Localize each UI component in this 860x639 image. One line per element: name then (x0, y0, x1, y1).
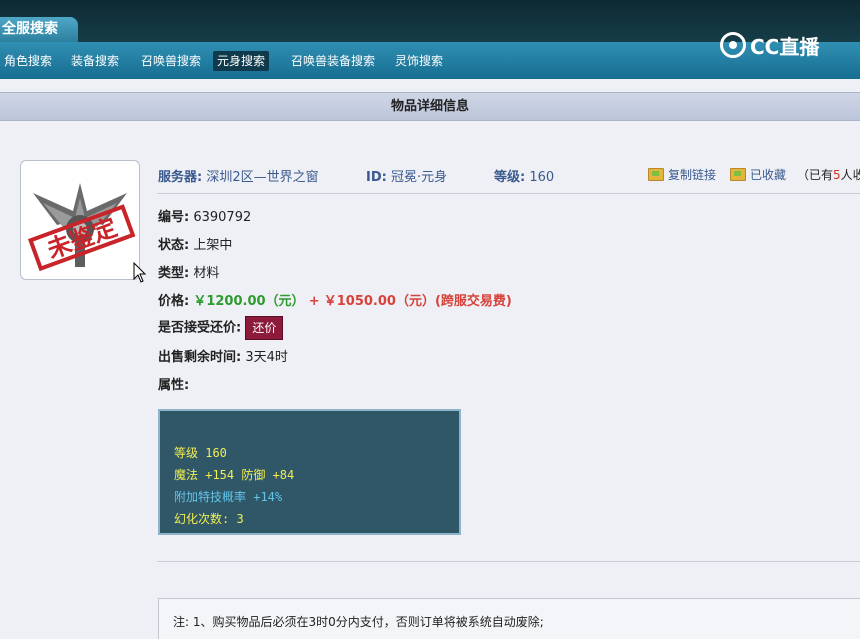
level-info: 等级: 160 (494, 166, 554, 185)
fav-count-number: 5 (833, 168, 841, 182)
id-info: ID: 冠冕·元身 (366, 166, 447, 185)
id-value: 冠冕·元身 (390, 170, 448, 185)
level-label: 等级: (494, 170, 526, 185)
price-fee: ￥1050.00（元）(跨服交易费) (323, 294, 512, 309)
mouse-cursor-icon (133, 262, 147, 283)
server-label: 服务器: (158, 170, 203, 185)
logo-text: CC直播 (750, 34, 820, 59)
attribute-box: 等级 160 魔法 +154 防御 +84 附加特技概率 +14% 幻化次数: … (158, 409, 461, 535)
unidentified-item-icon: 未鉴定 (23, 163, 137, 277)
header-divider (157, 193, 860, 194)
favorited-button[interactable]: 已收藏 (730, 166, 786, 183)
section-title: 物品详细信息 (0, 92, 860, 121)
price-row: 价格: ￥1200.00（元） + ￥1050.00（元）(跨服交易费) (158, 290, 512, 309)
number-row: 编号: 6390792 (158, 206, 251, 225)
notes-box: 注: 1、购买物品后必须在3时0分内支付，否则订单将被系统自动废除; (158, 598, 860, 639)
time-left-row: 出售剩余时间: 3天4时 (158, 346, 288, 365)
cc-live-logo: CC直播 (720, 28, 819, 62)
server-info: 服务器: 深圳2区—世界之窗 (158, 166, 319, 185)
price-label: 价格: (158, 294, 190, 309)
time-left-label: 出售剩余时间: (158, 350, 242, 365)
level-value: 160 (529, 170, 555, 185)
favorite-count: （已有5人收藏 (797, 166, 860, 183)
bargain-row: 是否接受还价: 还价 (158, 316, 284, 340)
fav-suffix: 人收藏 (840, 168, 860, 182)
copy-link-label: 复制链接 (668, 168, 717, 182)
note-line-1: 注: 1、购买物品后必须在3时0分内支付，否则订单将被系统自动废除; (173, 615, 544, 629)
copy-link-icon (648, 168, 664, 181)
status-label: 状态: (158, 238, 190, 253)
nav-character-search[interactable]: 角色搜索 (0, 51, 56, 71)
attribute-label: 属性: (158, 378, 190, 393)
number-value: 6390792 (193, 210, 252, 225)
status-row: 状态: 上架中 (158, 234, 232, 253)
server-value: 深圳2区—世界之窗 (206, 170, 319, 185)
content-divider (157, 561, 860, 562)
favorited-label: 已收藏 (750, 168, 787, 182)
cc-logo-icon (720, 32, 746, 58)
status-value: 上架中 (193, 238, 233, 253)
number-label: 编号: (158, 210, 190, 225)
attr-transform-count: 幻化次数: 3 (174, 512, 244, 526)
bargain-label: 是否接受还价: (158, 320, 242, 336)
time-left-value: 3天4时 (245, 350, 288, 365)
attr-skill-rate: 附加特技概率 +14% (174, 490, 283, 504)
nav-yuanshen-search[interactable]: 元身搜索 (213, 51, 270, 71)
copy-link-button[interactable]: 复制链接 (648, 166, 716, 183)
favorite-icon (730, 168, 746, 181)
price-main: ￥1200.00（元） (193, 294, 305, 309)
price-plus: + (308, 294, 320, 309)
bargain-button[interactable]: 还价 (245, 316, 284, 340)
attribute-row: 属性: (158, 374, 189, 393)
type-value: 材料 (193, 266, 220, 281)
nav-summon-search[interactable]: 召唤兽搜索 (137, 51, 205, 71)
type-label: 类型: (158, 266, 190, 281)
attr-stats: 魔法 +154 防御 +84 (174, 468, 295, 482)
attr-level: 等级 160 (174, 446, 227, 460)
item-image: 未鉴定 (20, 160, 140, 280)
nav-equipment-search[interactable]: 装备搜索 (67, 51, 123, 71)
nav-ornament-search[interactable]: 灵饰搜索 (391, 51, 447, 71)
tab-all-server-search[interactable]: 全服搜索 (0, 17, 78, 42)
type-row: 类型: 材料 (158, 262, 219, 281)
nav-summon-equipment-search[interactable]: 召唤兽装备搜索 (287, 51, 379, 71)
fav-prefix: （已有 (797, 168, 834, 182)
id-label: ID: (366, 170, 387, 185)
